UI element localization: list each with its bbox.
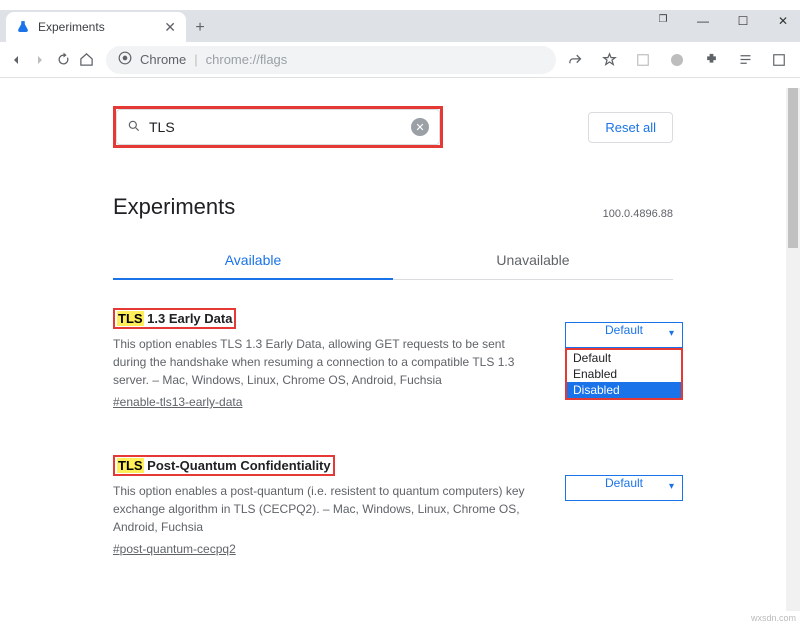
dropdown-option-disabled[interactable]: Disabled	[567, 382, 681, 398]
version-text: 100.0.4896.88	[603, 208, 673, 220]
tab-title: Experiments	[38, 20, 105, 34]
flag-select-value: Default	[605, 323, 643, 337]
flag-title-text: 1.3 Early Data	[144, 311, 233, 326]
site-label: Chrome	[140, 52, 186, 67]
browser-toolbar: Chrome | chrome://flags	[0, 42, 800, 78]
page-content: TLS ✕ Reset all Experiments 100.0.4896.8…	[0, 88, 786, 611]
chevron-down-icon: ▾	[669, 328, 674, 339]
flag-title-highlight: TLS Post-Quantum Confidentiality	[113, 455, 335, 476]
tab-close-icon[interactable]: ✕	[164, 19, 176, 36]
flag-tabs: Available Unavailable	[113, 242, 673, 280]
flag-title-text: Post-Quantum Confidentiality	[144, 458, 331, 473]
flag-item: TLS Post-Quantum Confidentiality This op…	[113, 455, 673, 556]
vertical-scrollbar[interactable]	[786, 88, 800, 611]
flag-select[interactable]: Default ▾	[565, 322, 683, 348]
browser-tab[interactable]: Experiments ✕	[6, 12, 186, 42]
apps-icon[interactable]	[768, 49, 790, 71]
search-match: TLS	[117, 458, 144, 473]
page-title: Experiments	[113, 194, 235, 220]
dropdown-option-enabled[interactable]: Enabled	[567, 366, 681, 382]
toolbar-actions	[564, 49, 800, 71]
new-tab-button[interactable]: +	[186, 14, 214, 42]
flag-description: This option enables TLS 1.3 Early Data, …	[113, 335, 533, 389]
flag-description: This option enables a post-quantum (i.e.…	[113, 482, 533, 536]
share-icon[interactable]	[564, 49, 586, 71]
search-box[interactable]: TLS ✕	[116, 109, 440, 145]
flask-icon	[16, 20, 30, 34]
scrollbar-thumb[interactable]	[788, 88, 798, 248]
reading-list-icon[interactable]	[734, 49, 756, 71]
flag-select-value: Default	[605, 476, 643, 490]
tab-available[interactable]: Available	[113, 242, 393, 280]
flag-title: TLS Post-Quantum Confidentiality	[117, 458, 331, 473]
window-controls: ❐ — ☐ ✕	[652, 14, 794, 28]
tab-unavailable[interactable]: Unavailable	[393, 242, 673, 279]
panel-icon[interactable]	[632, 49, 654, 71]
flag-title: TLS 1.3 Early Data	[117, 311, 232, 326]
chrome-icon	[118, 51, 132, 68]
flag-anchor-link[interactable]: #post-quantum-cecpq2	[113, 542, 236, 556]
win-restore-icon[interactable]: ❐	[652, 14, 674, 28]
reload-button[interactable]	[56, 49, 71, 71]
win-close-icon[interactable]: ✕	[772, 14, 794, 28]
omnibox-divider: |	[194, 52, 197, 67]
dropdown-option-default[interactable]: Default	[567, 350, 681, 366]
flag-title-highlight: TLS 1.3 Early Data	[113, 308, 236, 329]
flag-item: TLS 1.3 Early Data This option enables T…	[113, 308, 673, 409]
search-icon	[127, 119, 141, 136]
home-button[interactable]	[79, 49, 94, 71]
url-text: chrome://flags	[206, 52, 288, 67]
win-maximize-icon[interactable]: ☐	[732, 14, 754, 28]
search-highlight: TLS ✕	[113, 106, 443, 148]
reset-all-button[interactable]: Reset all	[588, 112, 673, 143]
win-minimize-icon[interactable]: —	[692, 14, 714, 28]
flag-anchor-link[interactable]: #enable-tls13-early-data	[113, 395, 242, 409]
flag-dropdown: Default Enabled Disabled	[565, 348, 683, 400]
account-icon[interactable]	[666, 49, 688, 71]
chevron-down-icon: ▾	[669, 481, 674, 492]
flag-select[interactable]: Default ▾	[565, 475, 683, 501]
bookmark-icon[interactable]	[598, 49, 620, 71]
back-button[interactable]	[8, 49, 24, 71]
extensions-icon[interactable]	[700, 49, 722, 71]
search-match: TLS	[117, 311, 144, 326]
clear-search-icon[interactable]: ✕	[411, 118, 429, 136]
address-bar[interactable]: Chrome | chrome://flags	[106, 46, 556, 74]
forward-button[interactable]	[32, 49, 48, 71]
search-input[interactable]: TLS	[149, 119, 403, 135]
